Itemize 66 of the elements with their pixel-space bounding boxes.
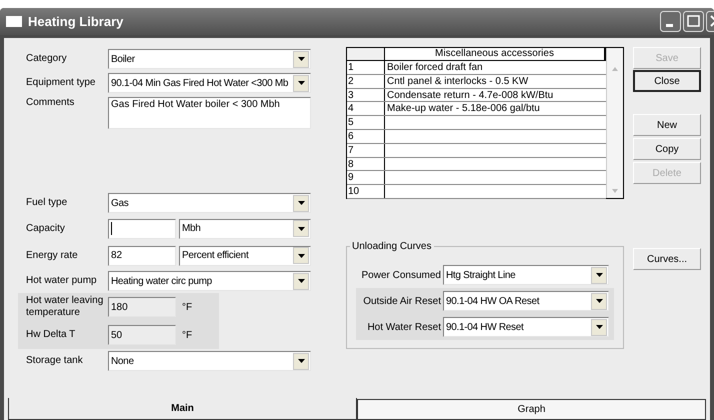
- caret-icon: [596, 299, 602, 303]
- field-label: Hw Delta T: [26, 329, 76, 341]
- push-button[interactable]: Close: [633, 70, 701, 92]
- caret-icon: [298, 254, 304, 258]
- field-label: Power Consumed: [360, 268, 442, 282]
- push-button[interactable]: Copy: [633, 138, 701, 160]
- text-cursor: [111, 222, 112, 235]
- caret-icon: [298, 201, 304, 205]
- input-field[interactable]: [108, 218, 176, 238]
- dropdown[interactable]: None: [108, 351, 311, 371]
- dropdown[interactable]: 90.1-04 HW Reset: [443, 317, 609, 337]
- dropdown[interactable]: Heating water circ pump: [108, 271, 311, 291]
- field-label: Hot water leaving temperature: [26, 295, 104, 319]
- readonly-field: 180: [108, 297, 176, 317]
- dropdown[interactable]: Percent efficient: [179, 246, 311, 266]
- dropdown[interactable]: Boiler: [108, 49, 311, 69]
- comments-field[interactable]: Gas Fired Hot Water boiler < 300 Mbh: [108, 97, 311, 129]
- caret-icon: [298, 279, 304, 283]
- dropdown[interactable]: 90.1-04 HW OA Reset: [443, 291, 609, 311]
- table-cell-text: Cntl panel & interlocks - 0.5 KW: [386, 74, 530, 88]
- tab[interactable]: Graph: [357, 399, 706, 420]
- field-label: Fuel type: [26, 197, 68, 209]
- field-label: Category: [26, 53, 68, 65]
- row-number: 10: [347, 185, 385, 198]
- row-number: 8: [347, 158, 385, 170]
- dropdown[interactable]: Gas: [108, 193, 311, 213]
- window-icon: [6, 16, 22, 27]
- field-label: Energy rate: [26, 250, 79, 262]
- field-label: Hot Water Reset: [366, 320, 442, 334]
- dropdown[interactable]: Htg Straight Line: [443, 265, 609, 285]
- input-field[interactable]: 82: [108, 246, 176, 266]
- row-number: 2: [347, 74, 385, 88]
- group-title: Unloading Curves: [351, 240, 432, 254]
- field-label: Capacity: [26, 222, 66, 234]
- maximize-icon[interactable]: [683, 11, 704, 32]
- row-number: 7: [347, 144, 385, 157]
- caret-icon: [596, 325, 602, 329]
- row-number: 4: [347, 102, 385, 116]
- table-cell-text: Boiler forced draft fan: [386, 61, 484, 74]
- readonly-field: 50: [108, 325, 176, 345]
- push-button[interactable]: New: [633, 114, 701, 136]
- caret-icon: [298, 359, 304, 363]
- field-label: Comments: [26, 97, 76, 109]
- caret-icon: [298, 226, 304, 230]
- caret-icon: [596, 273, 602, 277]
- field-label: Storage tank: [26, 355, 84, 367]
- row-number: 5: [347, 116, 385, 129]
- caret-icon: [298, 57, 304, 61]
- field-label: Outside Air Reset: [362, 294, 442, 308]
- tab[interactable]: Main: [8, 398, 357, 420]
- field-label: Equipment type: [26, 77, 96, 89]
- table-cell-text: Condensate return - 4.7e-008 kW/Btu: [386, 88, 554, 102]
- field-label: Hot water pump: [26, 275, 98, 287]
- row-number: 3: [347, 88, 385, 102]
- row-number: 1: [347, 61, 385, 74]
- unit-label: °F: [182, 328, 192, 342]
- caret-icon: [298, 81, 304, 85]
- table-cell-text: Make-up water - 5.18e-006 gal/btu: [386, 102, 541, 116]
- window-title: Heating Library: [28, 12, 124, 31]
- push-button[interactable]: Curves...: [633, 248, 701, 270]
- minimize-icon[interactable]: [660, 11, 681, 32]
- unit-label: °F: [182, 300, 192, 314]
- row-number: 9: [347, 171, 385, 184]
- dropdown[interactable]: 90.1-04 Min Gas Fired Hot Water <300 Mb: [108, 73, 311, 93]
- row-number: 6: [347, 130, 385, 143]
- dropdown[interactable]: Mbh: [179, 218, 311, 238]
